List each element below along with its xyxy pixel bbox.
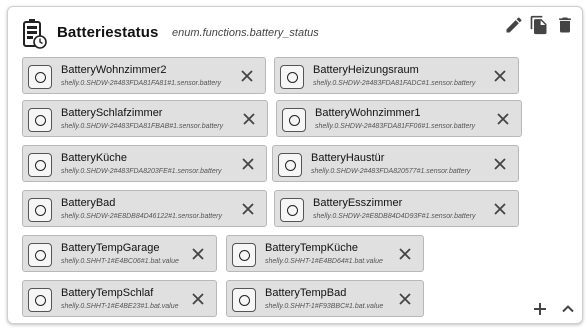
add-icon[interactable] [532,301,548,317]
member-icon-button[interactable] [28,108,52,132]
member-icon-button[interactable] [28,198,52,222]
member-chip[interactable]: BatterySchlafzimmer shelly.0.SHDW-2#483FD… [22,100,268,137]
remove-member-icon[interactable] [190,291,206,307]
member-chip[interactable]: BatteryWohnzimmer1 shelly.0.SHDW-2#483FDA… [276,100,522,137]
circle-icon [289,115,300,126]
member-name: BatteryWohnzimmer1 [315,107,421,119]
member-chip[interactable]: BatteryHeizungsraum shelly.0.SHDW-2#483FD… [274,57,519,94]
member-name: BatteryKüche [61,152,128,164]
member-chip[interactable]: BatteryKüche shelly.0.SHDW-2#483FDA8203FE… [22,145,267,182]
remove-member-icon[interactable] [397,246,413,262]
member-object-id: shelly.0.SHDW-2#483FDA8203FE#1.sensor.ba… [61,168,222,175]
enum-id: enum.functions.battery_status [172,27,319,39]
member-object-id: shelly.0.SHHT-1#F93BBC#1.bat.value [265,303,384,310]
member-object-id: shelly.0.SHDW-2#483FDA81FF06#1.sensor.ba… [315,123,476,130]
circle-icon [35,295,46,306]
member-name: BatteryHaustür [311,152,385,164]
member-object-id: shelly.0.SHHT-1#E4BD64#1.bat.value [265,258,383,265]
edit-icon[interactable] [504,15,524,35]
member-chip[interactable]: BatteryBad shelly.0.SHDW-2#E8DB84D46122#1… [22,190,267,227]
member-name: BatteryTempBad [265,287,347,299]
remove-member-icon[interactable] [492,68,508,84]
member-name: BatteryWohnzimmer2 [61,64,167,76]
remove-member-icon[interactable] [240,201,256,217]
member-chip[interactable]: BatteryTempSchlaf shelly.0.SHHT-1#E4BE23#… [22,280,217,317]
member-icon-button[interactable] [28,65,52,89]
member-chip[interactable]: BatteryTempGarage shelly.0.SHHT-1#E4BC06#… [22,235,217,272]
circle-icon [285,160,296,171]
member-icon-button[interactable] [278,153,302,177]
member-name: BatteryHeizungsraum [313,64,419,76]
circle-icon [35,205,46,216]
remove-member-icon[interactable] [492,156,508,172]
member-chip[interactable]: BatteryHaustür shelly.0.SHDW-2#483FDA8205… [272,145,519,182]
remove-member-icon[interactable] [397,291,413,307]
member-object-id: shelly.0.SHDW-2#483FDA81FBAB#1.sensor.ba… [61,123,224,130]
member-icon-button[interactable] [280,198,304,222]
member-name: BatteryTempKüche [265,242,358,254]
delete-icon[interactable] [555,15,575,35]
remove-member-icon[interactable] [240,156,256,172]
remove-member-icon[interactable] [492,201,508,217]
enum-title: Batteriestatus [57,24,159,41]
member-object-id: shelly.0.SHDW-2#483FDA820577#1.sensor.ba… [311,168,471,175]
member-chip[interactable]: BatteryEsszimmer shelly.0.SHDW-2#E8DB84D4… [274,190,519,227]
member-object-id: shelly.0.SHHT-1#E4BE23#1.bat.value [61,303,179,310]
member-chip[interactable]: BatteryTempKüche shelly.0.SHHT-1#E4BD64#1… [226,235,424,272]
circle-icon [239,295,250,306]
member-name: BatterySchlafzimmer [61,107,163,119]
member-icon-button[interactable] [282,108,306,132]
member-name: BatteryTempGarage [61,242,160,254]
member-object-id: shelly.0.SHDW-2#483FDA81FADC#1.sensor.ba… [313,80,476,87]
member-icon-button[interactable] [28,288,52,312]
member-chip[interactable]: BatteryWohnzimmer2 shelly.0.SHDW-2#483FDA… [22,57,266,94]
member-icon-button[interactable] [280,65,304,89]
circle-icon [35,115,46,126]
circle-icon [287,72,298,83]
collapse-icon[interactable] [560,301,576,317]
member-name: BatteryBad [61,197,116,209]
remove-member-icon[interactable] [495,111,511,127]
copy-icon[interactable] [529,15,549,35]
member-name: BatteryTempSchlaf [61,287,154,299]
remove-member-icon[interactable] [241,111,257,127]
circle-icon [35,250,46,261]
member-icon-button[interactable] [28,243,52,267]
member-object-id: shelly.0.SHDW-2#E8DB84D4D93F#1.sensor.ba… [313,213,476,220]
member-object-id: shelly.0.SHHT-1#E4BC06#1.bat.value [61,258,179,265]
circle-icon [239,250,250,261]
member-object-id: shelly.0.SHDW-2#E8DB84D46122#1.sensor.ba… [61,213,222,220]
member-icon-button[interactable] [232,243,256,267]
member-name: BatteryEsszimmer [313,197,403,209]
circle-icon [35,72,46,83]
circle-icon [287,205,298,216]
remove-member-icon[interactable] [239,68,255,84]
member-object-id: shelly.0.SHDW-2#483FDA81FA81#1.sensor.ba… [61,80,222,87]
member-icon-button[interactable] [232,288,256,312]
enum-card: Batteriestatus enum.functions.battery_st… [7,6,583,324]
battery-status-icon [21,19,47,49]
remove-member-icon[interactable] [190,246,206,262]
circle-icon [35,160,46,171]
member-icon-button[interactable] [28,153,52,177]
member-chip[interactable]: BatteryTempBad shelly.0.SHHT-1#F93BBC#1.b… [226,280,424,317]
